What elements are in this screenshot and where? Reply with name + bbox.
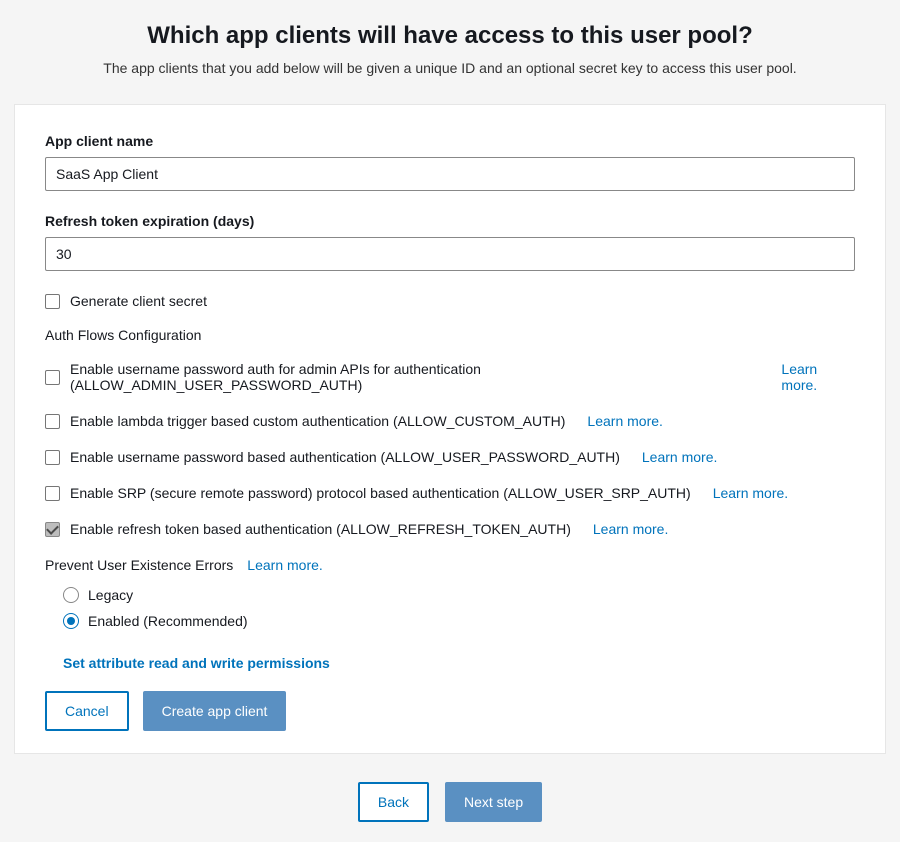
flow-label: Enable SRP (secure remote password) prot… [70,485,691,501]
learn-more-link[interactable]: Learn more. [593,521,668,537]
flow-row-admin-user-password: Enable username password auth for admin … [45,361,855,393]
flow-label: Enable lambda trigger based custom authe… [70,413,565,429]
flow-checkbox-user-password[interactable] [45,450,60,465]
learn-more-link[interactable]: Learn more. [781,361,855,393]
learn-more-link[interactable]: Learn more. [642,449,717,465]
learn-more-link[interactable]: Learn more. [713,485,788,501]
app-client-name-group: App client name [45,133,855,191]
refresh-token-input[interactable] [45,237,855,271]
app-client-name-input[interactable] [45,157,855,191]
flow-label: Enable username password based authentic… [70,449,620,465]
app-client-card: App client name Refresh token expiration… [14,104,886,754]
flow-checkbox-refresh-token[interactable] [45,522,60,537]
learn-more-link[interactable]: Learn more. [587,413,662,429]
prevent-errors-heading: Prevent User Existence Errors [45,557,233,573]
radio-label-legacy: Legacy [88,587,133,603]
back-button[interactable]: Back [358,782,429,822]
next-step-button[interactable]: Next step [445,782,542,822]
prevent-errors-radio-group: Legacy Enabled (Recommended) [63,587,855,629]
set-attribute-permissions-link[interactable]: Set attribute read and write permissions [63,655,330,671]
flow-row-user-srp: Enable SRP (secure remote password) prot… [45,485,855,501]
radio-row-legacy: Legacy [63,587,855,603]
refresh-token-label: Refresh token expiration (days) [45,213,855,229]
create-app-client-button[interactable]: Create app client [143,691,287,731]
cancel-button[interactable]: Cancel [45,691,129,731]
radio-enabled[interactable] [63,613,79,629]
flow-checkbox-custom-auth[interactable] [45,414,60,429]
auth-flows-heading: Auth Flows Configuration [45,327,855,343]
refresh-token-group: Refresh token expiration (days) [45,213,855,271]
generate-client-secret-row: Generate client secret [45,293,855,309]
generate-client-secret-checkbox[interactable] [45,294,60,309]
flow-label: Enable refresh token based authenticatio… [70,521,571,537]
learn-more-link[interactable]: Learn more. [247,557,322,573]
radio-legacy[interactable] [63,587,79,603]
flow-row-refresh-token: Enable refresh token based authenticatio… [45,521,855,537]
generate-client-secret-label: Generate client secret [70,293,207,309]
flow-row-user-password: Enable username password based authentic… [45,449,855,465]
radio-label-enabled: Enabled (Recommended) [88,613,248,629]
radio-row-enabled: Enabled (Recommended) [63,613,855,629]
flow-checkbox-admin-user-password[interactable] [45,370,60,385]
page-subtitle: The app clients that you add below will … [0,60,900,76]
page-title: Which app clients will have access to th… [0,22,900,50]
flow-label: Enable username password auth for admin … [70,361,759,393]
prevent-errors-row: Prevent User Existence Errors Learn more… [45,557,855,573]
flow-row-custom-auth: Enable lambda trigger based custom authe… [45,413,855,429]
flow-checkbox-user-srp[interactable] [45,486,60,501]
card-button-row: Cancel Create app client [45,691,855,731]
footer-button-row: Back Next step [0,782,900,822]
app-client-name-label: App client name [45,133,855,149]
